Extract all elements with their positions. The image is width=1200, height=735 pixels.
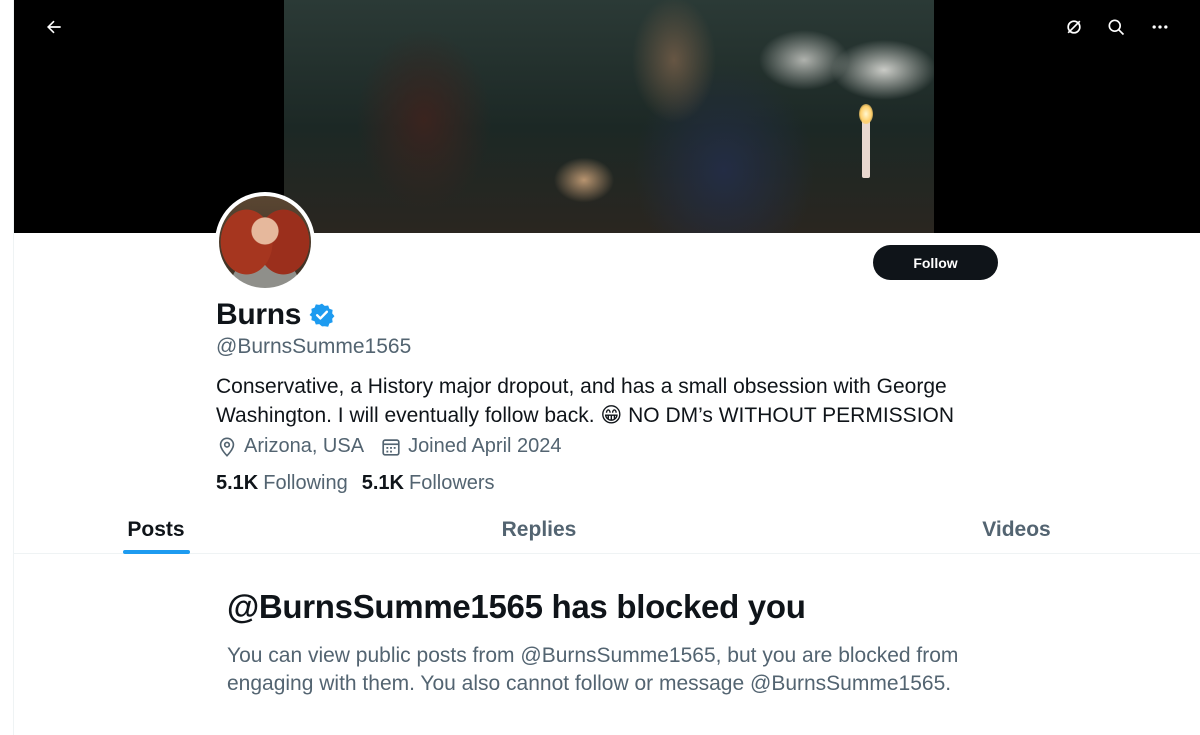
calendar-icon (382, 438, 400, 456)
location-pin-icon (219, 436, 235, 457)
search-icon (1108, 19, 1125, 36)
profile-name: Burns (216, 298, 302, 331)
profile-name-row: Burns (216, 298, 335, 332)
arrow-left-icon (47, 20, 61, 34)
tab-posts[interactable]: Posts (112, 505, 200, 554)
blocked-description: You can view public posts from @BurnsSum… (227, 644, 959, 695)
back-button[interactable] (36, 9, 72, 45)
profile-meta: Arizona, USA Joined April 2024 (216, 435, 562, 458)
follow-button[interactable]: Follow (873, 245, 998, 280)
profile-handle: @BurnsSumme1565 (216, 335, 412, 358)
profile-bio: Conservative, a History major dropout, a… (216, 375, 955, 427)
profile-banner[interactable] (14, 0, 1200, 233)
followers-label: Followers (408, 472, 495, 494)
grok-icon (1067, 20, 1081, 34)
followers-count: 5.1K (361, 472, 404, 494)
following-label: Following (263, 472, 348, 494)
follow-stats: 5.1K Following 5.1K Followers (216, 472, 495, 495)
blocked-title: @BurnsSumme1565 has blocked you (227, 588, 806, 625)
candle-graphic (862, 118, 870, 178)
flame-graphic (859, 104, 873, 124)
grok-button[interactable] (1056, 9, 1092, 45)
tab-replies[interactable]: Replies (484, 505, 594, 554)
banner-photo (284, 0, 934, 233)
avatar[interactable] (215, 192, 315, 292)
left-column-border (0, 0, 14, 735)
followers-link[interactable]: 5.1K Followers (362, 472, 495, 495)
joined-item: Joined April 2024 (380, 435, 562, 458)
verified-badge-icon[interactable] (309, 302, 335, 328)
search-button[interactable] (1098, 9, 1134, 45)
joined-text: Joined April 2024 (408, 435, 562, 457)
avatar-image (219, 196, 311, 288)
following-count: 5.1K (216, 472, 259, 494)
following-link[interactable]: 5.1K Following (216, 472, 348, 495)
active-tab-indicator (123, 550, 190, 554)
tab-videos[interactable]: Videos (964, 505, 1069, 554)
location-text: Arizona, USA (244, 435, 365, 457)
more-button[interactable] (1142, 9, 1178, 45)
location-item: Arizona, USA (216, 435, 364, 458)
more-horizontal-icon (1152, 25, 1168, 29)
profile-tabs: Posts Replies Videos (14, 505, 1200, 554)
